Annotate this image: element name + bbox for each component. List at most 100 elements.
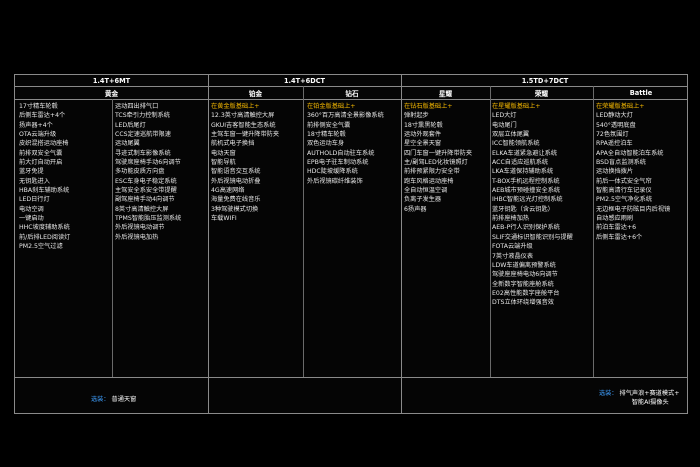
engine-group-2: 1.4T+6DCT bbox=[283, 76, 326, 85]
feature-item: GKUI吉客智能生态系统 bbox=[211, 121, 276, 129]
option-right: 选装： 排气声浪+赛道模式+ 智能AI摄像头 bbox=[599, 389, 679, 407]
feature-item: 弹射起步 bbox=[404, 112, 429, 120]
engine-group-1: 1.4T+6MT bbox=[92, 76, 131, 85]
feature-item: LED后尾灯 bbox=[115, 121, 146, 129]
config-table: 1.4T+6MT 1.4T+6DCT 1.5TD+7DCT 黄金 铂金 钻石 星… bbox=[14, 74, 688, 414]
feature-item: 运动尾翼 bbox=[115, 140, 140, 148]
feature-item: 前大灯自动开启 bbox=[19, 159, 63, 167]
option-right-value: 排气声浪+赛道模式+ bbox=[619, 390, 680, 397]
feature-item: CCS定速巡航带限速 bbox=[115, 131, 171, 139]
feature-item: TCS牵引力控制系统 bbox=[115, 112, 170, 120]
feature-item: 540°透明底盘 bbox=[596, 121, 636, 129]
feature-item: TPMS智能胎压监测系统 bbox=[115, 215, 182, 223]
feature-item: 主驾安全系安全带提醒 bbox=[115, 187, 177, 195]
feature-item: AEB城市预碰撞安全系统 bbox=[492, 187, 561, 195]
feature-item: 四门车窗一键升降带防夹 bbox=[404, 149, 473, 157]
feature-item: 皮织混搭运动座椅 bbox=[19, 140, 69, 148]
features-huangjin-a: 17寸精车轮毂 后侧车雷达+4个 扬声器+4个 OTA云端升级 皮织混搭运动座椅 前排双安… bbox=[19, 102, 70, 252]
feature-item: ACC自适应巡航系统 bbox=[492, 159, 549, 167]
feature-item: 运动四出排气口 bbox=[115, 103, 159, 110]
option-left-value: 普通天窗 bbox=[111, 396, 137, 403]
feature-item: 18寸精车轮毂 bbox=[307, 131, 346, 139]
feature-item: 17寸精车轮毂 bbox=[19, 103, 58, 110]
feature-item: 海量免费在线音乐 bbox=[211, 196, 261, 204]
feature-item: 智能高清行车记录仪 bbox=[596, 187, 652, 195]
feature-item: ESC车身电子稳定系统 bbox=[115, 177, 177, 185]
feature-item: 前排座椅加热 bbox=[492, 215, 530, 223]
feature-item: 8英寸高清触控大屏 bbox=[115, 205, 169, 213]
feature-item: LED日行灯 bbox=[19, 196, 50, 204]
feature-item: 驾驶席座椅手动6向调节 bbox=[115, 159, 181, 167]
feature-item: 蓝牙钥匙（含云钥匙） bbox=[492, 205, 554, 213]
features-zuanshi: 在铂金版基础上+ 360°百万高清全景影像系统 前排侧安全气囊 18寸精车轮毂 双色运动… bbox=[307, 102, 384, 186]
feature-item: 运动换挡拨片 bbox=[596, 168, 634, 176]
feature-item: LDW车道偏离预警系统 bbox=[492, 261, 556, 269]
feature-item: 跑车风格运动座椅 bbox=[404, 177, 454, 185]
trim-zuanshi: 钻石 bbox=[345, 89, 359, 98]
feature-item: 后侧车雷达+6个 bbox=[596, 233, 643, 241]
feature-item: T-BOX手机远程控制系统 bbox=[492, 177, 560, 185]
feature-item: 寻迹式制车影像系统 bbox=[115, 149, 171, 157]
feature-item: 12.3英寸高清触控大屏 bbox=[211, 112, 275, 120]
feature-item: FOTA云端升级 bbox=[492, 243, 533, 251]
feature-item: 72色氛围灯 bbox=[596, 131, 629, 139]
feature-item: HDC陡坡缓降系统 bbox=[307, 168, 358, 176]
feature-item: IHBC智能远光灯控制系统 bbox=[492, 196, 563, 204]
col-divider-5 bbox=[593, 86, 594, 377]
feature-item: 后侧车雷达+4个 bbox=[19, 112, 66, 120]
feature-item: 电动空调 bbox=[19, 205, 44, 213]
feature-item: PM2.5空气净化系统 bbox=[596, 196, 653, 204]
feature-item: 驾驶座座椅电动6向调节 bbox=[492, 271, 558, 279]
trim-bojin: 铂金 bbox=[248, 89, 263, 98]
features-rongyao: 在星耀版基础上+ LED大灯 电动尾门 双层立体尾翼 ICC智能领航系统 ELKA车道紧急… bbox=[492, 102, 573, 308]
feature-item: 前排侧安全气囊 bbox=[307, 121, 351, 129]
feature-item: 全新数字智能座舱系统 bbox=[492, 280, 554, 288]
trim-xingyao: 星耀 bbox=[438, 89, 453, 98]
feature-item: HBA刹车辅助系统 bbox=[19, 187, 70, 195]
feature-item: 无钥匙进入 bbox=[19, 177, 50, 185]
feature-item: RPA遥控泊车 bbox=[596, 140, 633, 148]
feature-item: AUTHOLD自动驻车系统 bbox=[307, 149, 375, 157]
feature-item: 多功能皮质方向盘 bbox=[115, 168, 165, 176]
feature-item: 360°百万高清全景影像系统 bbox=[307, 112, 384, 120]
col-divider-3 bbox=[303, 86, 304, 377]
feature-item: AEB-P行人识别保护系统 bbox=[492, 224, 560, 232]
feature-item: LKA车道保持辅助系统 bbox=[492, 168, 554, 176]
feature-item: 主/副驾LED化妆镜照灯 bbox=[404, 159, 468, 167]
feature-item: DTS立体环绕增强音效 bbox=[492, 299, 554, 307]
feature-item: SLIF交通标识智能识别与提醒 bbox=[492, 233, 573, 241]
features-huangjin-b: 运动四出排气口 TCS牵引力控制系统 LED后尾灯 CCS定速巡航带限速 运动尾翼 寻迹式… bbox=[115, 102, 181, 242]
feature-item: 全自动恒温空调 bbox=[404, 187, 448, 195]
feature-item: 自动感应雨刷 bbox=[596, 215, 634, 223]
feature-item: E02高性能数字座舱平台 bbox=[492, 289, 560, 297]
feature-item: 智能语音交互系统 bbox=[211, 168, 261, 176]
feature-item: 18寸熏黑轮毂 bbox=[404, 121, 443, 129]
feature-item: 蓝牙免提 bbox=[19, 168, 44, 176]
feature-item: 航机式电子换挡 bbox=[211, 140, 255, 148]
feature-item: 在钻石版基础上+ bbox=[404, 103, 453, 110]
option-left: 选装： 普通天窗 bbox=[91, 395, 136, 404]
feature-item: 星空全景天窗 bbox=[404, 140, 442, 148]
feature-item: 在星耀版基础上+ bbox=[492, 103, 541, 110]
feature-item: 在荣耀版基础上+ bbox=[596, 103, 645, 110]
feature-item: 电动尾门 bbox=[492, 121, 517, 129]
row-divider-3 bbox=[15, 377, 687, 378]
feature-item: BSD盲点监测系统 bbox=[596, 159, 646, 167]
feature-item: 主驾车窗一键升降带防夹 bbox=[211, 131, 280, 139]
feature-item: 3种驾驶模式切换 bbox=[211, 205, 259, 213]
option-left-label: 选装： bbox=[91, 396, 110, 403]
feature-item: 车载WIFI bbox=[211, 215, 237, 223]
col-divider-6 bbox=[112, 99, 113, 377]
feature-item: 在黄金版基础上+ bbox=[211, 103, 260, 110]
feature-item: 7英寸液晶仪表 bbox=[492, 252, 534, 260]
feature-item: 副驾座椅手动4向调节 bbox=[115, 196, 175, 204]
engine-group-3: 1.5TD+7DCT bbox=[521, 76, 569, 85]
feature-item: 前排双安全气囊 bbox=[19, 149, 63, 157]
feature-item: ELKA车道紧急避让系统 bbox=[492, 149, 558, 157]
feature-item: 无边框电子防眩目内后视镜 bbox=[596, 205, 671, 213]
feature-item: 双色运动车身 bbox=[307, 140, 345, 148]
col-divider-2 bbox=[401, 75, 402, 413]
option-right-label: 选装： bbox=[599, 390, 618, 397]
feature-item: 外后视镜电动调节 bbox=[115, 224, 165, 232]
feature-item: ICC智能领航系统 bbox=[492, 140, 540, 148]
